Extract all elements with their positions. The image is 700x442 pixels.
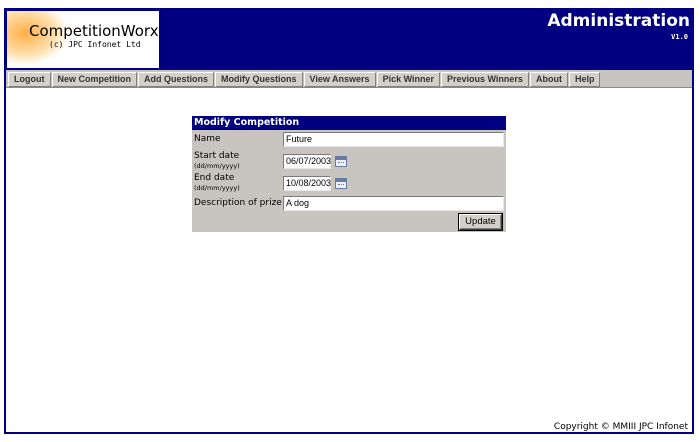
- prize-field[interactable]: A dog: [283, 196, 504, 211]
- logo-subtitle: (c) JPC Infonet Ltd: [49, 40, 141, 49]
- nav-modify-questions[interactable]: Modify Questions: [215, 72, 303, 87]
- end-date-field[interactable]: 10/08/2003: [283, 176, 331, 191]
- start-date-field[interactable]: 06/07/2003: [283, 154, 331, 169]
- page-title: Administration: [547, 11, 690, 31]
- version-label: V1.0: [671, 33, 688, 41]
- end-date-label: End date: [194, 173, 235, 183]
- calendar-icon[interactable]: [335, 156, 347, 167]
- header-bar: CompetitionWorx (c) JPC Infonet Ltd Admi…: [6, 10, 692, 70]
- nav-view-answers[interactable]: View Answers: [303, 72, 376, 87]
- nav-about[interactable]: About: [529, 72, 568, 87]
- name-field[interactable]: Future: [283, 132, 504, 147]
- copyright-text: Copyright © MMIII JPC Infonet: [553, 422, 688, 432]
- logo-title: CompetitionWorx: [29, 22, 159, 40]
- nav-previous-winners[interactable]: Previous Winners: [441, 72, 529, 87]
- modify-competition-form: Modify Competition Name Future Start dat…: [192, 116, 506, 232]
- page-frame: CompetitionWorx (c) JPC Infonet Ltd Admi…: [4, 8, 694, 434]
- nav-bar: Logout New Competition Add Questions Mod…: [6, 70, 692, 88]
- nav-add-questions[interactable]: Add Questions: [138, 72, 215, 87]
- nav-items: Logout New Competition Add Questions Mod…: [8, 72, 601, 87]
- name-label: Name: [194, 134, 221, 144]
- nav-pick-winner[interactable]: Pick Winner: [376, 72, 440, 87]
- nav-help[interactable]: Help: [568, 72, 601, 87]
- update-button[interactable]: Update: [458, 213, 503, 231]
- calendar-icon[interactable]: [335, 178, 347, 189]
- form-title: Modify Competition: [192, 116, 506, 130]
- logo: CompetitionWorx (c) JPC Infonet Ltd: [7, 11, 159, 68]
- end-date-hint: (dd/mm/yyyy): [194, 184, 240, 192]
- start-date-label: Start date: [194, 151, 240, 161]
- nav-logout[interactable]: Logout: [8, 72, 51, 87]
- nav-new-competition[interactable]: New Competition: [51, 72, 137, 87]
- start-date-hint: (dd/mm/yyyy): [194, 162, 240, 170]
- prize-label: Description of prize: [194, 198, 282, 208]
